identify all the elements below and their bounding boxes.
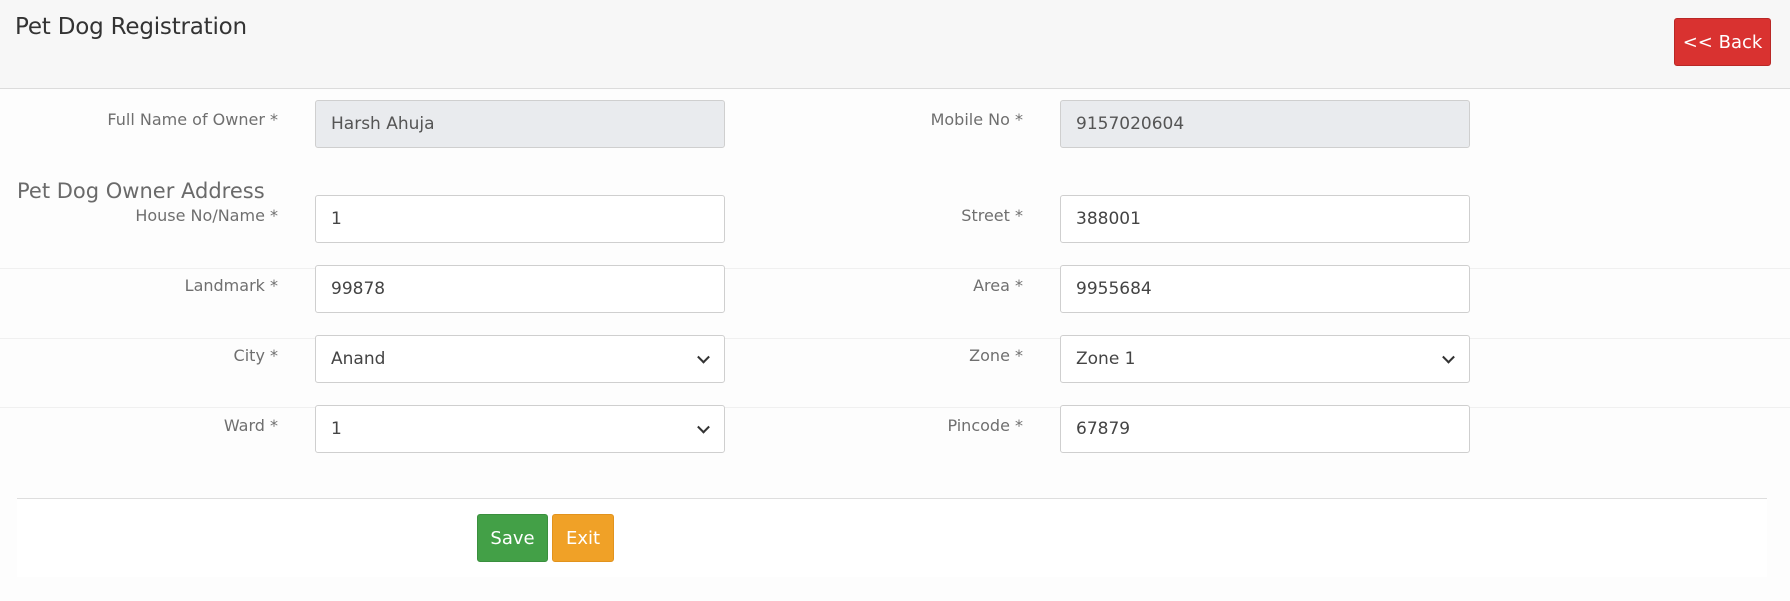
city-zone-row: City * Anand Zone * Zone 1 (0, 335, 1790, 408)
street-label: Street * (961, 206, 1023, 225)
zone-select[interactable]: Zone 1 (1060, 335, 1470, 383)
chevron-down-icon (697, 350, 710, 364)
owner-row: Full Name of Owner * Harsh Ahuja Mobile … (0, 89, 1790, 158)
landmark-label: Landmark * (184, 276, 278, 295)
area-input[interactable]: 9955684 (1060, 265, 1470, 313)
ward-pincode-row: Ward * 1 Pincode * 67879 (0, 405, 1790, 476)
ward-label: Ward * (223, 416, 278, 435)
owner-name-input[interactable]: Harsh Ahuja (315, 100, 725, 148)
house-input[interactable]: 1 (315, 195, 725, 243)
ward-select[interactable]: 1 (315, 405, 725, 453)
exit-button[interactable]: Exit (552, 514, 614, 562)
page-title: Pet Dog Registration (15, 14, 247, 40)
back-button[interactable]: << Back (1674, 18, 1771, 66)
zone-label: Zone * (969, 346, 1023, 365)
mobile-value: 9157020604 (1076, 114, 1185, 134)
ward-value: 1 (331, 419, 342, 439)
pincode-value: 67879 (1076, 419, 1131, 439)
city-value: Anand (331, 349, 386, 369)
save-button[interactable]: Save (477, 514, 548, 562)
house-street-row: House No/Name * 1 Street * 388001 (0, 195, 1790, 269)
city-select[interactable]: Anand (315, 335, 725, 383)
chevron-down-icon (1442, 350, 1455, 364)
pincode-input[interactable]: 67879 (1060, 405, 1470, 453)
city-label: City * (233, 346, 278, 365)
form-actions (17, 499, 1767, 577)
house-label: House No/Name * (135, 206, 278, 225)
zone-value: Zone 1 (1076, 349, 1136, 369)
owner-name-value: Harsh Ahuja (331, 114, 435, 134)
mobile-input[interactable]: 9157020604 (1060, 100, 1470, 148)
owner-name-label: Full Name of Owner * (107, 110, 278, 129)
landmark-value: 99878 (331, 279, 386, 299)
registration-form: Full Name of Owner * Harsh Ahuja Mobile … (0, 89, 1790, 601)
landmark-area-row: Landmark * 99878 Area * 9955684 (0, 265, 1790, 339)
mobile-label: Mobile No * (930, 110, 1023, 129)
page-header: Pet Dog Registration << Back (0, 0, 1790, 89)
landmark-input[interactable]: 99878 (315, 265, 725, 313)
house-value: 1 (331, 209, 342, 229)
chevron-down-icon (697, 420, 710, 434)
area-value: 9955684 (1076, 279, 1152, 299)
street-input[interactable]: 388001 (1060, 195, 1470, 243)
area-label: Area * (973, 276, 1023, 295)
pincode-label: Pincode * (947, 416, 1023, 435)
street-value: 388001 (1076, 209, 1141, 229)
